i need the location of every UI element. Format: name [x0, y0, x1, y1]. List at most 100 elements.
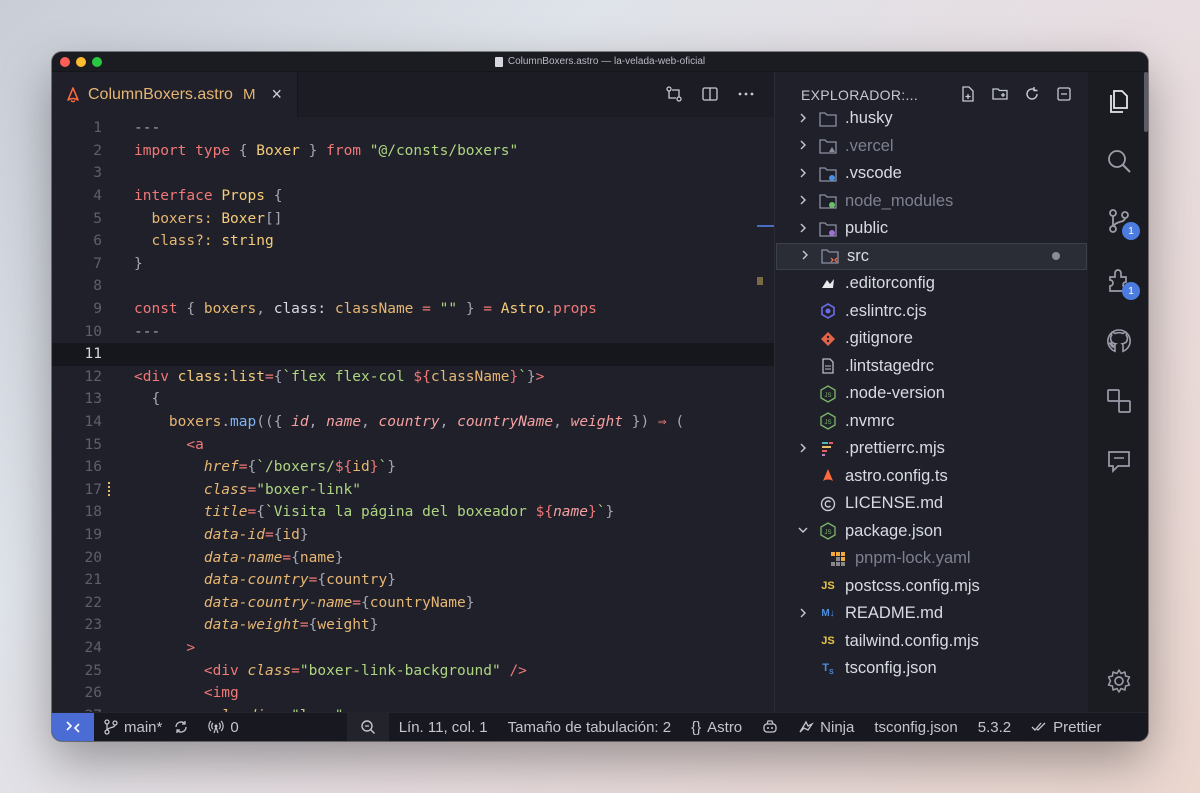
refresh-explorer-button[interactable] — [1023, 85, 1041, 103]
remote-indicator[interactable] — [52, 712, 94, 741]
code-editor[interactable]: 1 --- 2 import type { Boxer } from "@/const… — [52, 117, 774, 712]
code-line[interactable]: 10 --- — [52, 320, 774, 343]
ports-status[interactable]: 0 — [198, 713, 248, 742]
file-item-package-json[interactable]: JS package.json — [775, 518, 1089, 546]
file-item-pnpm-lock-yaml[interactable]: pnpm-lock.yaml — [775, 545, 1089, 573]
maximize-window-button[interactable] — [92, 57, 102, 67]
split-editor-button[interactable] — [700, 84, 720, 104]
folder-item-node_modules[interactable]: node_modules — [775, 188, 1089, 216]
copilot-status[interactable] — [752, 713, 788, 742]
folder-item-husky[interactable]: .husky — [775, 105, 1089, 133]
file-item-tailwind-config-mjs[interactable]: JS tailwind.config.mjs — [775, 628, 1089, 656]
chevron-right-icon[interactable] — [797, 166, 809, 182]
code-line[interactable]: 8 — [52, 275, 774, 298]
code-line[interactable]: 2 import type { Boxer } from "@/consts/bo… — [52, 140, 774, 163]
code-line[interactable]: 18 title={`Visita la página del boxeador… — [52, 501, 774, 524]
settings-activity[interactable] — [1104, 666, 1134, 696]
code-line[interactable]: 25 <div class="boxer-link-background" /> — [52, 659, 774, 682]
close-window-button[interactable] — [60, 57, 70, 67]
file-item-gitignore[interactable]: .gitignore — [775, 325, 1089, 353]
file-item-editorconfig[interactable]: .editorconfig — [775, 270, 1089, 298]
code-text: class?: string — [151, 233, 274, 250]
modified-dot — [1052, 252, 1060, 261]
activity-scrollbar[interactable] — [1144, 72, 1148, 132]
prettier-status[interactable]: Prettier — [1021, 713, 1111, 742]
line-number: 15 — [84, 436, 102, 453]
chevron-right-icon[interactable] — [797, 606, 809, 622]
extensions-activity[interactable]: 1 — [1104, 266, 1140, 300]
code-line[interactable]: 5 boxers: Boxer[] — [52, 207, 774, 230]
folder-item-public[interactable]: public — [775, 215, 1089, 243]
code-line[interactable]: 16 href={`/boxers/${id}`} — [52, 456, 774, 479]
code-line[interactable]: 1 --- — [52, 117, 774, 140]
code-line[interactable]: 24 > — [52, 637, 774, 660]
zoom-icon — [361, 720, 375, 735]
status-search-button[interactable] — [346, 712, 389, 741]
file-item-license-md[interactable]: LICENSE.md — [775, 490, 1089, 518]
tsconfig-status[interactable]: tsconfig.json — [864, 713, 967, 742]
folder-item-src[interactable]: src — [776, 242, 1087, 270]
code-line[interactable]: 22 data-country-name={countryName} — [52, 591, 774, 614]
new-folder-button[interactable] — [991, 85, 1009, 103]
collapse-all-icon — [1057, 87, 1071, 101]
chat-activity[interactable] — [1104, 446, 1134, 476]
code-line[interactable]: 3 — [52, 162, 774, 185]
file-item-lintstagedrc[interactable]: .lintstagedrc — [775, 353, 1089, 381]
chevron-right-icon[interactable] — [797, 193, 809, 209]
chevron-right-icon[interactable] — [797, 111, 809, 127]
chevron-right-icon[interactable] — [797, 221, 809, 237]
file-item-nvmrc[interactable]: JS .nvmrc — [775, 408, 1089, 436]
file-item-eslintrc-cjs[interactable]: .eslintrc.cjs — [775, 298, 1089, 326]
branch-status[interactable]: main* — [94, 713, 198, 742]
chevron-down-icon[interactable] — [797, 523, 809, 539]
collapse-folders-button[interactable] — [1055, 85, 1073, 103]
folder-item-vscode[interactable]: .vscode — [775, 160, 1089, 188]
code-line[interactable]: 11 — [52, 342, 774, 366]
ninja-status[interactable]: Ninja — [788, 713, 864, 742]
code-line[interactable]: 27 loading="lazy" — [52, 704, 774, 712]
code-line[interactable]: 7} — [52, 253, 774, 276]
code-line[interactable]: 15 <a — [52, 433, 774, 456]
source-control-activity[interactable]: 1 — [1104, 206, 1140, 240]
code-line[interactable]: 14 boxers.map(({ id, name, country, coun… — [52, 411, 774, 434]
code-line[interactable]: 19 data-id={id} — [52, 524, 774, 547]
search-activity[interactable] — [1104, 146, 1134, 176]
code-line[interactable]: 21 data-country={country} — [52, 569, 774, 592]
more-actions-button[interactable] — [736, 84, 756, 104]
code-line[interactable]: 20 data-name={name} — [52, 546, 774, 569]
file-item-tsconfig-json[interactable]: TS tsconfig.json — [775, 655, 1089, 683]
file-name: postcss.config.mjs — [845, 576, 980, 595]
cursor-position[interactable]: Lín. 11, col. 1 — [389, 713, 498, 742]
file-item-node-version[interactable]: JS .node-version — [775, 380, 1089, 408]
chevron-right-icon[interactable] — [797, 441, 809, 457]
file-item-astro-config-ts[interactable]: astro.config.ts — [775, 463, 1089, 491]
code-line[interactable]: 12 <div class:list={`flex flex-col ${clas… — [52, 366, 774, 389]
open-changes-button[interactable] — [664, 84, 684, 104]
ts-version-status[interactable]: 5.3.2 — [968, 713, 1021, 742]
file-item-readme-md[interactable]: M↓ README.md — [775, 600, 1089, 628]
chevron-right-icon[interactable] — [797, 138, 809, 154]
language-mode[interactable]: {} Astro — [681, 713, 752, 742]
remote-explorer-activity[interactable] — [1104, 386, 1134, 416]
file-item-prettierrc-mjs[interactable]: .prettierrc.mjs — [775, 435, 1089, 463]
code-line[interactable]: 6 class?: string — [52, 230, 774, 253]
explorer-activity[interactable] — [1104, 86, 1134, 116]
code-line[interactable]: 26 <img — [52, 682, 774, 705]
code-line[interactable]: 9 const { boxers, class: className = "" }… — [52, 298, 774, 321]
tab-size-status[interactable]: Tamaño de tabulación: 2 — [498, 713, 681, 742]
double-check-icon — [1031, 722, 1046, 731]
tab-columnboxers[interactable]: ColumnBoxers.astro M × — [52, 72, 298, 117]
code-line[interactable]: 13 { — [52, 388, 774, 411]
close-tab-icon[interactable]: × — [271, 84, 282, 105]
folder-item-vercel[interactable]: .vercel — [775, 133, 1089, 161]
new-file-button[interactable] — [959, 85, 977, 103]
github-activity[interactable] — [1104, 326, 1134, 356]
code-line[interactable]: 17 class="boxer-link" — [52, 479, 774, 502]
file-name: .nvmrc — [845, 411, 895, 430]
chevron-right-icon[interactable] — [799, 248, 811, 264]
code-line[interactable]: 4 interface Props { — [52, 185, 774, 208]
file-item-postcss-config-mjs[interactable]: JS postcss.config.mjs — [775, 573, 1089, 601]
code-line[interactable]: 23 data-weight={weight} — [52, 614, 774, 637]
refresh-icon — [1026, 87, 1038, 100]
minimize-window-button[interactable] — [76, 57, 86, 67]
